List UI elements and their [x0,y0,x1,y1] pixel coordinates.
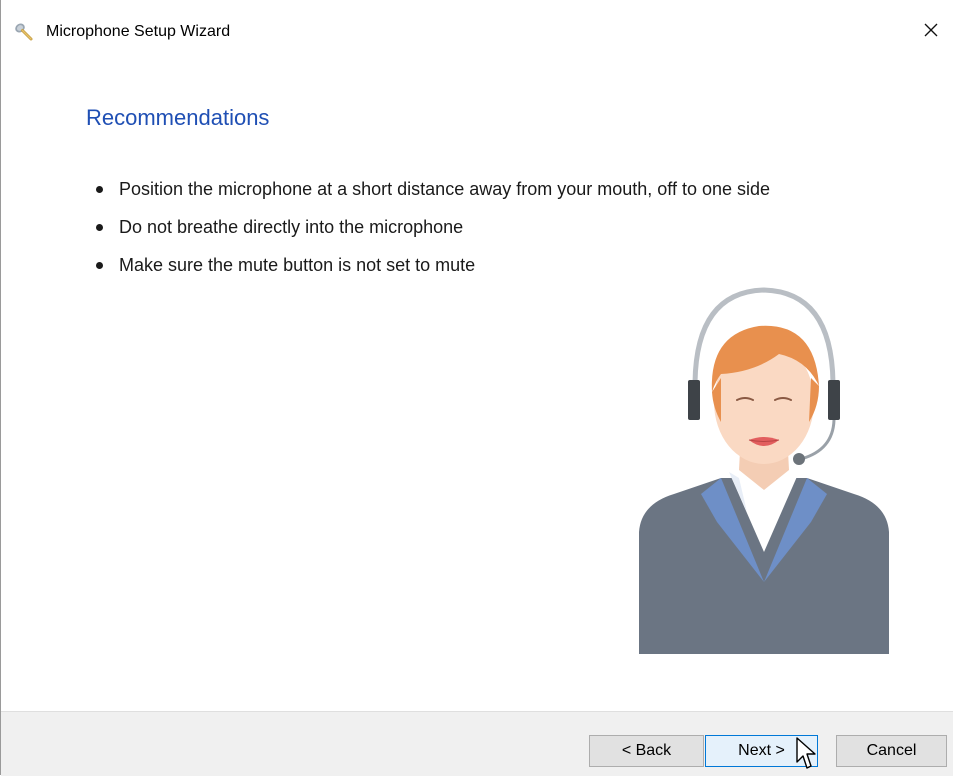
list-item-text: Position the microphone at a short dista… [119,179,771,199]
close-button[interactable] [908,10,953,54]
list-item-text: Do not breathe directly into the microph… [119,217,464,237]
next-button[interactable]: Next > [705,735,818,767]
close-icon [923,22,939,43]
list-item: Position the microphone at a short dista… [89,176,770,214]
bullet-icon [96,224,103,231]
bullet-icon [96,186,103,193]
microphone-icon [14,22,34,42]
list-item: Do not breathe directly into the microph… [89,214,770,252]
back-button[interactable]: < Back [589,735,704,767]
recommendations-list: Position the microphone at a short dista… [89,176,770,290]
bullet-icon [96,262,103,269]
wizard-window: Microphone Setup Wizard Recommendations … [0,0,953,776]
cancel-button[interactable]: Cancel [836,735,947,767]
list-item-text: Make sure the mute button is not set to … [119,255,476,275]
title-bar: Microphone Setup Wizard [1,10,953,54]
window-title: Microphone Setup Wizard [46,23,231,40]
headset-operator-illustration [629,282,899,660]
page-title: Recommendations [86,105,270,130]
button-bar: < Back Next > Cancel [1,711,953,776]
